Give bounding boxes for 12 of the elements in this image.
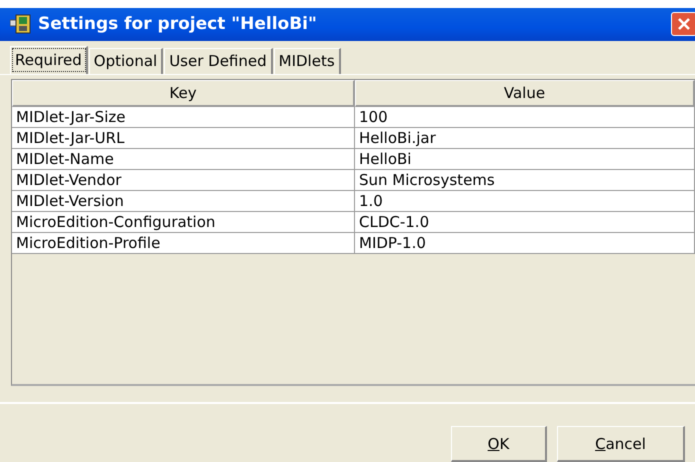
ok-button[interactable]: OK: [451, 426, 547, 462]
phone-icon: [10, 14, 32, 34]
close-icon: [677, 17, 691, 32]
window-title: Settings for project "HelloBi": [38, 14, 318, 34]
tab[interactable]: User Defined: [164, 48, 273, 74]
table-cell: MIDP-1.0: [355, 232, 695, 254]
table-cell: MicroEdition-Profile: [12, 232, 355, 254]
cancel-button[interactable]: Cancel: [557, 426, 685, 462]
tab[interactable]: Required: [10, 46, 88, 74]
close-button[interactable]: [671, 12, 695, 36]
tab[interactable]: Optional: [88, 48, 164, 74]
tab[interactable]: MIDlets: [274, 48, 341, 74]
